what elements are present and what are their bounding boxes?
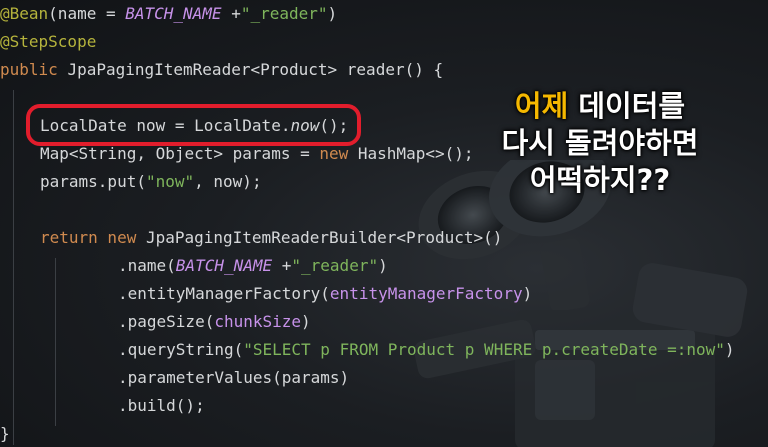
code-line-13: .build(); bbox=[118, 396, 205, 415]
code-line-6: params.put("now", now); bbox=[40, 172, 262, 191]
code-line-12: .parameterValues(params) bbox=[118, 368, 350, 387]
code-line-1: @Bean(name = BATCH_NAME +"_reader") bbox=[0, 4, 338, 23]
highlight-box bbox=[26, 104, 361, 146]
code-line-7: return new JpaPagingItemReaderBuilder<Pr… bbox=[40, 228, 503, 247]
caption-line-2: 다시 돌려야하면 bbox=[501, 126, 699, 160]
code-line-8: .name(BATCH_NAME +"_reader") bbox=[118, 256, 388, 275]
code-line-14: } bbox=[0, 424, 10, 443]
code-line-11: .queryString("SELECT p FROM Product p WH… bbox=[118, 340, 735, 359]
code-editor: @Bean(name = BATCH_NAME +"_reader") @Ste… bbox=[0, 0, 768, 447]
caption-line-1: 어제 데이터를 bbox=[514, 89, 686, 123]
video-caption: 어제 데이터를 다시 돌려야하면 어떡하지?? bbox=[470, 88, 730, 199]
caption-line-3: 어떡하지?? bbox=[529, 163, 671, 197]
code-line-10: .pageSize(chunkSize) bbox=[118, 312, 311, 331]
code-line-3: public JpaPagingItemReader<Product> read… bbox=[0, 60, 444, 79]
video-frame: @Bean(name = BATCH_NAME +"_reader") @Ste… bbox=[0, 0, 768, 447]
code-line-9: .entityManagerFactory(entityManagerFacto… bbox=[118, 284, 533, 303]
code-line-2: @StepScope bbox=[0, 32, 97, 51]
